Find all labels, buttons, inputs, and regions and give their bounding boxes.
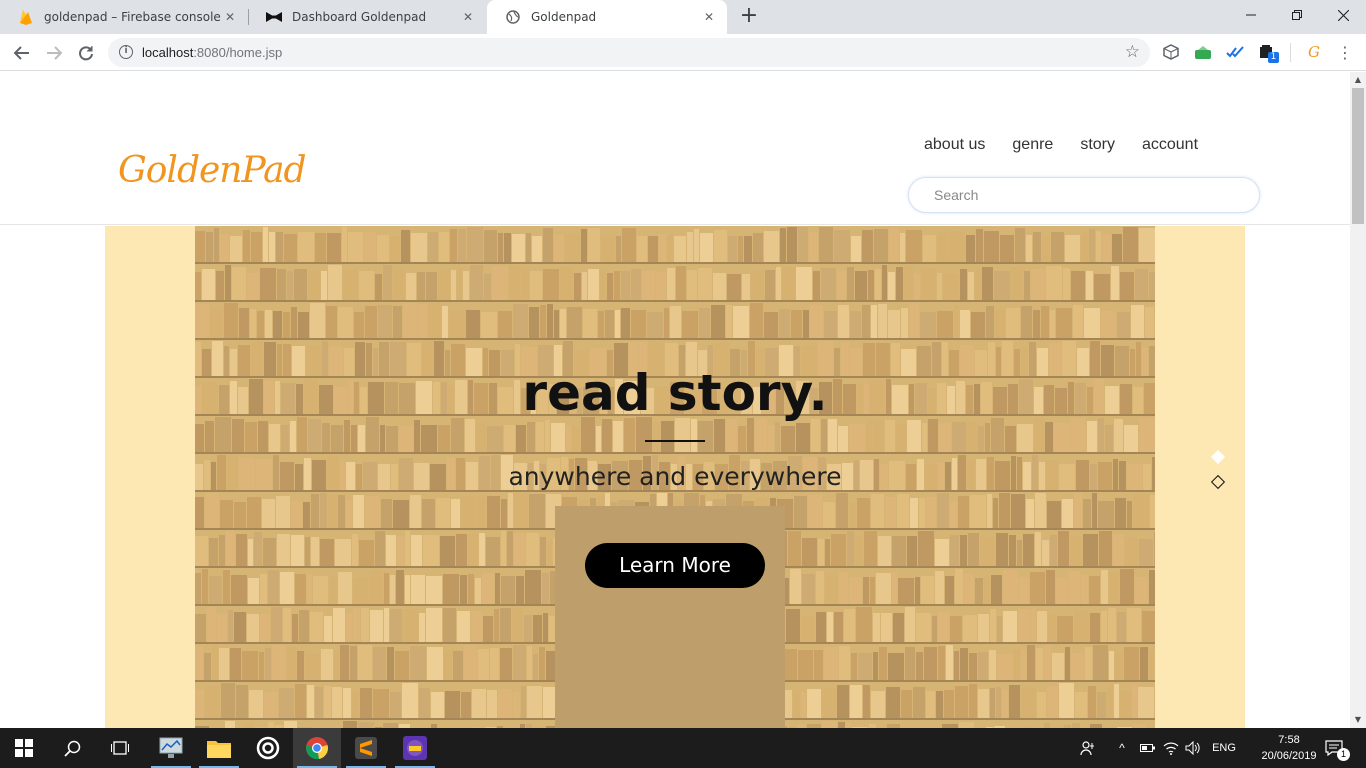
- taskbar-circle-app[interactable]: [244, 728, 292, 768]
- search-icon: [63, 740, 80, 757]
- nav-story[interactable]: story: [1080, 136, 1115, 154]
- taskbar-sublime-text[interactable]: [342, 728, 390, 768]
- taskbar-chrome[interactable]: [293, 728, 341, 768]
- back-arrow-icon: [14, 46, 29, 60]
- clock-time: 7:58: [1278, 734, 1300, 746]
- minimize-button[interactable]: [1228, 0, 1274, 30]
- hero-subtitle: anywhere and everywhere: [508, 462, 842, 491]
- address-bar[interactable]: i localhost:8080/home.jsp ☆: [108, 38, 1150, 67]
- globe-icon: [505, 9, 521, 25]
- back-button[interactable]: [9, 40, 35, 66]
- package-extension-icon[interactable]: 1: [1258, 43, 1279, 63]
- system-clock[interactable]: 7:58 20/06/2019: [1254, 732, 1324, 764]
- restore-button[interactable]: [1274, 0, 1320, 30]
- reload-button[interactable]: [73, 40, 99, 66]
- close-icon: [1337, 9, 1349, 21]
- hero-title: read story.: [522, 364, 828, 422]
- site-info-icon[interactable]: i: [119, 45, 133, 59]
- start-button[interactable]: [0, 728, 48, 768]
- forward-arrow-icon: [47, 46, 62, 60]
- page-scrollbar[interactable]: ▲ ▼: [1350, 72, 1366, 728]
- task-view-icon: [111, 741, 129, 755]
- menu-kebab-icon[interactable]: ⋮: [1336, 43, 1354, 62]
- search-input[interactable]: [908, 177, 1260, 213]
- tab-firebase-console[interactable]: goldenpad – Firebase console ✕: [0, 0, 248, 34]
- browser-toolbar: i localhost:8080/home.jsp ☆ 1 G ⋮: [0, 34, 1366, 71]
- volume-icon[interactable]: [1183, 728, 1203, 768]
- windows-logo-icon: [15, 739, 33, 757]
- scrollbar-thumb[interactable]: [1352, 88, 1364, 224]
- notification-center[interactable]: 1: [1318, 728, 1350, 768]
- sublime-text-icon: [355, 737, 377, 759]
- close-icon[interactable]: ✕: [222, 9, 238, 25]
- url-text: localhost:8080/home.jsp: [142, 45, 283, 60]
- tab-goldenpad[interactable]: Goldenpad ✕: [487, 0, 727, 34]
- extension-badge: 1: [1268, 52, 1279, 63]
- inbox-extension-icon[interactable]: [1194, 43, 1212, 61]
- site-header: GoldenPad about us genre story account: [0, 72, 1350, 225]
- toolbar-divider: [1290, 43, 1291, 62]
- wifi-icon[interactable]: [1161, 728, 1181, 768]
- hero-divider: [645, 440, 705, 442]
- forward-button[interactable]: [41, 40, 67, 66]
- taskbar-game-app[interactable]: [391, 728, 439, 768]
- game-app-icon: [403, 736, 427, 760]
- main-nav: about us genre story account: [924, 136, 1225, 154]
- taskbar-file-explorer[interactable]: [195, 728, 243, 768]
- tab-title: goldenpad – Firebase console: [44, 10, 221, 24]
- browser-tabstrip: goldenpad – Firebase console ✕ Dashboard…: [0, 0, 1366, 34]
- reload-icon: [79, 46, 93, 61]
- firebase-icon: [18, 9, 34, 25]
- people-icon[interactable]: [1076, 728, 1100, 768]
- monitor-app-icon: [159, 737, 183, 758]
- new-tab-button[interactable]: +: [737, 5, 761, 29]
- restore-icon: [1292, 10, 1302, 20]
- taskbar-monitor-app[interactable]: [147, 728, 195, 768]
- nav-about-us[interactable]: about us: [924, 136, 985, 154]
- minimize-icon: [1246, 14, 1256, 16]
- bookmark-star-icon[interactable]: ☆: [1125, 42, 1140, 62]
- learn-more-button[interactable]: Learn More: [585, 543, 765, 588]
- close-window-button[interactable]: [1320, 0, 1366, 30]
- language-indicator[interactable]: ENG: [1206, 728, 1242, 768]
- notification-badge: 1: [1337, 748, 1350, 761]
- bowtie-icon: [266, 9, 282, 25]
- battery-icon[interactable]: [1137, 728, 1157, 768]
- nav-genre[interactable]: genre: [1012, 136, 1053, 154]
- taskbar-search-button[interactable]: [48, 728, 96, 768]
- windows-taskbar: ^ ENG 7:58 20/06/2019 1: [0, 728, 1366, 768]
- chevron-up-icon[interactable]: ^: [1112, 728, 1132, 768]
- clock-date: 20/06/2019: [1261, 750, 1317, 762]
- hero-carousel: read story. anywhere and everywhere Lear…: [195, 226, 1155, 728]
- chrome-icon: [306, 737, 328, 760]
- goldenpad-logo[interactable]: GoldenPad: [118, 150, 307, 191]
- scroll-down-icon[interactable]: ▼: [1350, 712, 1366, 728]
- scroll-up-icon[interactable]: ▲: [1350, 72, 1366, 88]
- checkmark-extension-icon[interactable]: [1226, 43, 1244, 61]
- tab-title: Goldenpad: [531, 10, 597, 24]
- close-icon[interactable]: ✕: [460, 9, 476, 25]
- tab-title: Dashboard Goldenpad: [292, 10, 427, 24]
- page-viewport: GoldenPad about us genre story account r…: [0, 72, 1350, 728]
- goldenpad-extension-icon[interactable]: G: [1305, 43, 1323, 61]
- circle-app-icon: [256, 736, 280, 760]
- task-view-button[interactable]: [96, 728, 144, 768]
- nav-account[interactable]: account: [1142, 136, 1198, 154]
- tab-dashboard-goldenpad[interactable]: Dashboard Goldenpad ✕: [248, 0, 486, 34]
- close-icon[interactable]: ✕: [701, 9, 717, 25]
- cube-extension-icon[interactable]: [1162, 43, 1180, 61]
- folder-icon: [207, 741, 231, 758]
